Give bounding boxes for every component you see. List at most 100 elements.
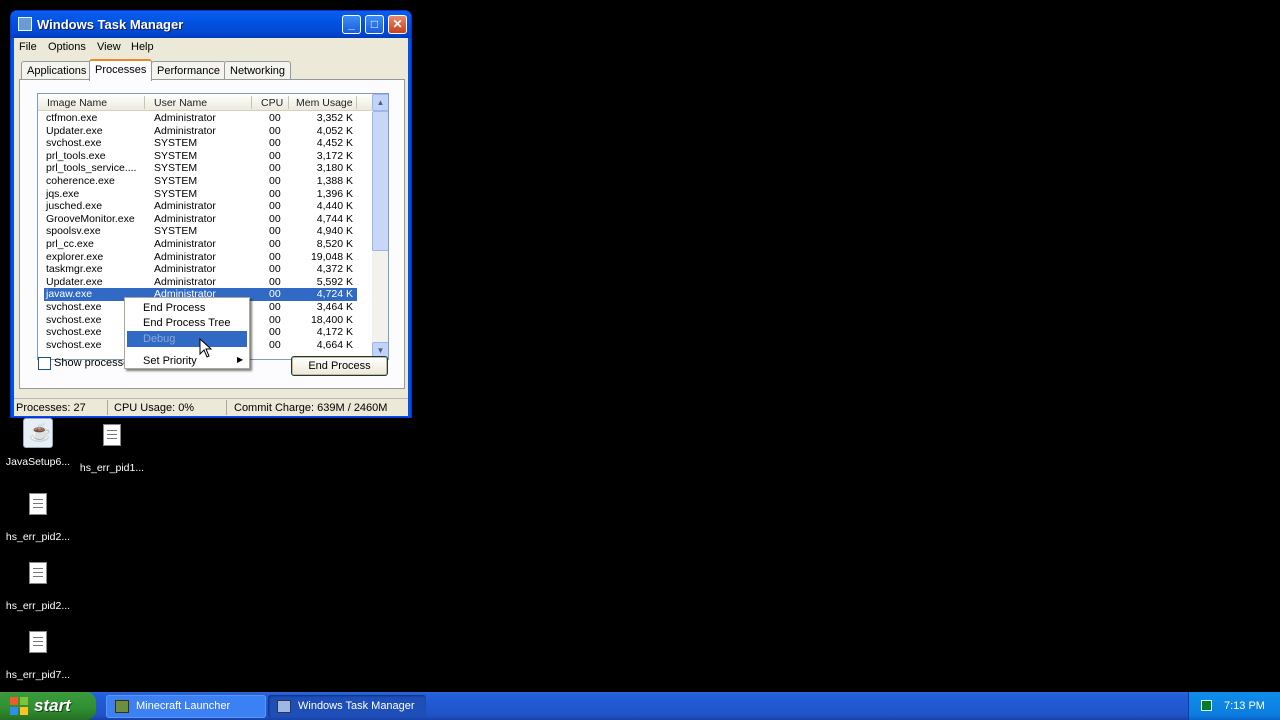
tab-processes[interactable]: Processes xyxy=(89,59,153,81)
cell-mem-usage: 4,744 K xyxy=(316,212,353,225)
tab-performance[interactable]: Performance xyxy=(151,61,226,80)
desktop-icon-hs-err-2[interactable]: hs_err_pid2... xyxy=(0,487,76,543)
cell-image-name: GrooveMonitor.exe xyxy=(46,212,135,225)
show-processes-label: Show processes xyxy=(54,357,135,369)
cell-mem-usage: 18,400 K xyxy=(310,313,353,326)
taskbar-button-label: Windows Task Manager xyxy=(298,700,415,712)
table-row[interactable]: prl_cc.exe Administrator 00 8,520 K xyxy=(44,238,357,251)
menu-file[interactable]: File xyxy=(19,41,37,53)
tab-networking[interactable]: Networking xyxy=(224,61,292,80)
table-row[interactable]: GrooveMonitor.exe Administrator 00 4,744 K xyxy=(44,213,357,226)
cell-user-name: Administrator xyxy=(154,275,216,288)
close-button[interactable]: ✕ xyxy=(388,15,407,34)
table-row[interactable]: jusched.exe Administrator 00 4,440 K xyxy=(44,200,357,213)
cell-cpu: 00 xyxy=(269,238,281,250)
end-process-button[interactable]: End Process xyxy=(291,356,388,376)
menu-help[interactable]: Help xyxy=(131,41,154,53)
cell-mem-usage: 4,440 K xyxy=(316,200,353,213)
taskbar: start Minecraft Launcher Windows Task Ma… xyxy=(0,692,1280,720)
cell-cpu: 00 xyxy=(269,212,281,225)
cell-image-name: svchost.exe xyxy=(46,301,102,313)
table-row[interactable]: explorer.exe Administrator 00 19,048 K xyxy=(44,251,357,264)
menu-item-set-priority[interactable]: Set Priority xyxy=(127,353,247,369)
show-processes-checkbox[interactable] xyxy=(38,357,51,370)
cell-mem-usage: 4,940 K xyxy=(316,225,353,238)
status-bar: Processes: 27 CPU Usage: 0% Commit Charg… xyxy=(14,398,408,416)
cell-image-name: svchost.exe xyxy=(46,313,102,326)
cell-user-name: Administrator xyxy=(154,200,216,213)
windows-logo-icon xyxy=(10,697,29,715)
scroll-up-arrow-icon[interactable]: ▲ xyxy=(372,94,388,111)
table-row[interactable]: jqs.exe SYSTEM 00 1,396 K xyxy=(44,188,357,201)
scroll-thumb[interactable] xyxy=(372,111,388,251)
desktop-icon-hs-err-1[interactable]: hs_err_pid1... xyxy=(74,418,150,474)
task-manager-tray-icon[interactable] xyxy=(1201,700,1212,711)
mouse-pointer-icon xyxy=(199,338,213,358)
menu-item-end-process[interactable]: End Process xyxy=(127,300,247,316)
cell-image-name: svchost.exe xyxy=(46,338,102,351)
list-header: Image Name User Name CPU Mem Usage xyxy=(38,94,372,111)
cell-cpu: 00 xyxy=(269,301,281,313)
menu-options[interactable]: Options xyxy=(48,41,86,53)
tab-applications[interactable]: Applications xyxy=(21,61,93,80)
cell-cpu: 00 xyxy=(269,250,281,263)
table-row[interactable]: Updater.exe Administrator 00 5,592 K xyxy=(44,276,357,289)
cell-mem-usage: 4,372 K xyxy=(316,263,353,276)
table-row[interactable]: ctfmon.exe Administrator 00 3,352 K xyxy=(44,112,357,125)
column-user-name[interactable]: User Name xyxy=(154,97,207,109)
cell-mem-usage: 3,172 K xyxy=(316,149,353,162)
desktop-icon-label: hs_err_pid7... xyxy=(5,669,71,681)
maximize-button[interactable]: □ xyxy=(365,15,384,34)
start-button[interactable]: start xyxy=(0,692,96,720)
column-mem-usage[interactable]: Mem Usage xyxy=(296,97,353,109)
clock[interactable]: 7:13 PM xyxy=(1224,700,1265,712)
minecraft-icon xyxy=(115,700,129,713)
system-tray: 7:13 PM xyxy=(1188,692,1280,720)
desktop-icon-javasetup[interactable]: JavaSetup6... xyxy=(0,418,76,468)
cell-image-name: svchost.exe xyxy=(46,326,102,339)
desktop-icon-label: hs_err_pid2... xyxy=(5,531,71,543)
desktop-icon-hs-err-3[interactable]: hs_err_pid2... xyxy=(0,556,76,612)
taskbar-button-label: Minecraft Launcher xyxy=(136,700,231,712)
submenu-arrow-icon: ▶ xyxy=(237,355,244,364)
cell-image-name: jusched.exe xyxy=(46,200,103,213)
menu-item-debug[interactable]: Debug xyxy=(127,331,247,347)
cell-cpu: 00 xyxy=(269,137,281,150)
cell-mem-usage: 4,052 K xyxy=(316,124,353,137)
column-image-name[interactable]: Image Name xyxy=(47,97,107,109)
cell-cpu: 00 xyxy=(269,200,281,213)
cell-image-name: prl_cc.exe xyxy=(46,238,94,250)
taskbar-button-task-manager[interactable]: Windows Task Manager xyxy=(268,695,426,718)
start-label: start xyxy=(34,696,71,715)
table-row[interactable]: spoolsv.exe SYSTEM 00 4,940 K xyxy=(44,225,357,238)
table-row[interactable]: prl_tools.exe SYSTEM 00 3,172 K xyxy=(44,150,357,163)
table-row[interactable]: Updater.exe Administrator 00 4,052 K xyxy=(44,125,357,138)
cell-cpu: 00 xyxy=(269,162,281,175)
cell-mem-usage: 4,172 K xyxy=(316,326,353,339)
cell-mem-usage: 4,724 K xyxy=(316,288,353,301)
status-commit-charge: Commit Charge: 639M / 2460M xyxy=(234,402,388,414)
status-cpu-usage: CPU Usage: 0% xyxy=(114,402,195,414)
cell-user-name: SYSTEM xyxy=(154,137,198,150)
cell-user-name: Administrator xyxy=(154,250,216,263)
cell-cpu: 00 xyxy=(269,187,281,200)
table-row[interactable]: taskmgr.exe Administrator 00 4,372 K xyxy=(44,263,357,276)
cell-cpu: 00 xyxy=(269,275,281,288)
vertical-scrollbar[interactable]: ▲ ▼ xyxy=(372,94,388,359)
cell-image-name: spoolsv.exe xyxy=(46,225,101,238)
table-row[interactable]: prl_tools_service.... SYSTEM 00 3,180 K xyxy=(44,162,357,175)
cell-user-name: Administrator xyxy=(154,212,216,225)
desktop-icon-hs-err-4[interactable]: hs_err_pid7... xyxy=(0,625,76,681)
cell-user-name: Administrator xyxy=(154,238,216,250)
table-row[interactable]: svchost.exe SYSTEM 00 4,452 K xyxy=(44,137,357,150)
menu-item-end-process-tree[interactable]: End Process Tree xyxy=(127,315,247,331)
table-row[interactable]: coherence.exe SYSTEM 00 1,388 K xyxy=(44,175,357,188)
minimize-button[interactable]: _ xyxy=(342,15,361,34)
taskbar-button-minecraft-launcher[interactable]: Minecraft Launcher xyxy=(106,695,266,718)
column-cpu[interactable]: CPU xyxy=(261,97,283,109)
cell-image-name: javaw.exe xyxy=(46,288,93,301)
title-bar[interactable]: Windows Task Manager _ □ ✕ xyxy=(11,11,411,38)
cell-cpu: 00 xyxy=(269,112,281,124)
cell-cpu: 00 xyxy=(269,326,281,339)
menu-view[interactable]: View xyxy=(97,41,121,53)
